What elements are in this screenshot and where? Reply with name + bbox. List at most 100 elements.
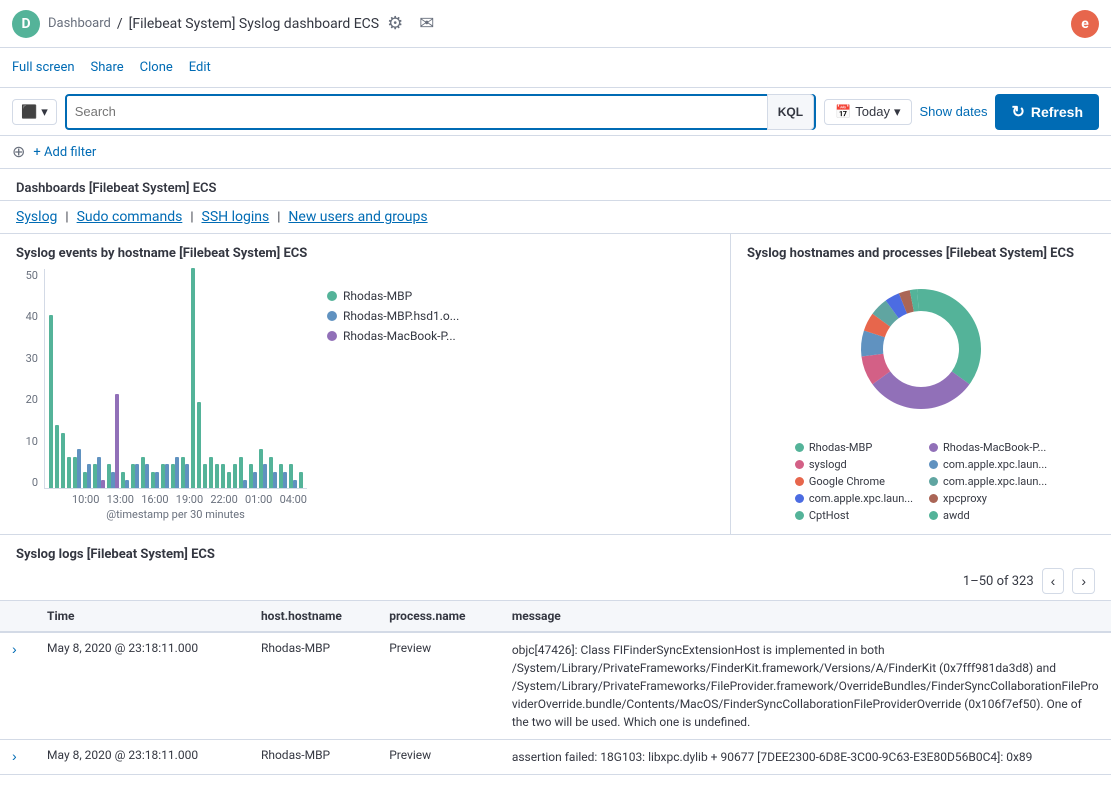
logs-table: Time host.hostname process.name message … (0, 601, 1111, 775)
bar-group (93, 457, 105, 488)
bar-green (233, 464, 237, 488)
legend-label: Rhodas-MBP.hsd1.o... (343, 309, 459, 323)
time-selector-button[interactable]: 📅 Today ▾ (824, 99, 911, 125)
kql-button[interactable]: KQL (767, 94, 814, 130)
edit-link[interactable]: Edit (189, 60, 211, 75)
row-time: May 8, 2020 @ 23:18:11.000 (35, 632, 249, 740)
row-expand-button[interactable]: › (12, 641, 17, 657)
donut-segment (921, 289, 981, 384)
nav-sep-3: | (277, 210, 280, 225)
nav-syslog[interactable]: Syslog (16, 209, 57, 225)
bar-group (121, 472, 129, 488)
donut-dot (795, 494, 804, 503)
refresh-icon: ↻ (1011, 102, 1024, 122)
donut-label: com.apple.xpc.laun... (943, 475, 1047, 488)
refresh-button[interactable]: ↻ Refresh (995, 94, 1099, 130)
legend-label: Rhodas-MBP (343, 289, 412, 303)
row-expand-button[interactable]: › (12, 748, 17, 764)
bar-green (197, 402, 201, 488)
bar-group (233, 464, 237, 488)
bar-group (83, 464, 91, 488)
fullscreen-link[interactable]: Full screen (12, 60, 75, 75)
donut-dot (795, 511, 804, 520)
actionbar: Full screen Share Clone Edit (0, 48, 1111, 88)
breadcrumb-sep: / (117, 16, 123, 32)
avatar-left: D (12, 10, 40, 38)
avatar-right: e (1071, 10, 1099, 38)
nav-ssh[interactable]: SSH logins (202, 209, 270, 225)
bar-group (203, 464, 207, 488)
pagination-prev-button[interactable]: ‹ (1042, 568, 1065, 594)
bar-purple (165, 464, 169, 488)
charts-row: Syslog events by hostname [Filebeat Syst… (0, 234, 1111, 535)
legend-item: Rhodas-MBP.hsd1.o... (327, 309, 459, 323)
calendar-icon: 📅 (835, 104, 851, 120)
filter-icon: ⬛ (21, 104, 37, 120)
clone-link[interactable]: Clone (140, 60, 173, 75)
chart-legend: Rhodas-MBP Rhodas-MBP.hsd1.o... Rhodas-Mac… (315, 269, 459, 521)
legend-dot (327, 291, 337, 301)
bar-group (289, 464, 297, 488)
donut-legend-item: Rhodas-MBP (795, 441, 913, 454)
bar-group (279, 464, 287, 488)
settings-icon[interactable]: ⚙ (387, 13, 403, 34)
pagination-bar: 1–50 of 323 ‹ › (0, 562, 1111, 601)
donut-dot (795, 477, 804, 486)
bar-purple (125, 480, 129, 488)
x-labels: 10:0013:0016:0019:0022:0001:0004:00 (44, 493, 307, 506)
donut-label: Google Chrome (809, 475, 885, 488)
donut-label: CptHost (809, 509, 849, 522)
nav-users[interactable]: New users and groups (288, 209, 427, 225)
filter-type-button[interactable]: ⬛ ▾ (12, 99, 57, 125)
donut-legends: Rhodas-MBPRhodas-MacBook-P...syslogdcom.… (795, 441, 1047, 522)
donut-dot (929, 443, 938, 452)
bar-purple (175, 457, 179, 488)
row-process: Preview (377, 632, 500, 740)
syslog-events-chart: Syslog events by hostname [Filebeat Syst… (0, 234, 731, 534)
bar-group (227, 472, 231, 488)
filter-options-button[interactable]: ⊕ (12, 142, 25, 162)
filter-chevron: ▾ (41, 104, 48, 120)
show-dates-button[interactable]: Show dates (920, 104, 988, 119)
dashboard-title: Dashboards [Filebeat System] ECS (16, 181, 216, 196)
add-filter-link[interactable]: + Add filter (33, 145, 96, 160)
bar-green (55, 425, 59, 488)
chart-caption: @timestamp per 30 minutes (44, 508, 307, 521)
donut-wrapper (841, 269, 1001, 429)
breadcrumb-current: [Filebeat System] Syslog dashboard ECS (129, 16, 379, 32)
bar-group (107, 394, 119, 488)
row-time: May 8, 2020 @ 23:18:11.000 (35, 740, 249, 775)
pagination-next-button[interactable]: › (1072, 568, 1095, 594)
donut-dot (929, 477, 938, 486)
row-message: objc[47426]: Class FIFinderSyncExtension… (500, 632, 1111, 740)
donut-dot (795, 460, 804, 469)
share-link[interactable]: Share (91, 60, 124, 75)
searchbar: ⬛ ▾ KQL 📅 Today ▾ Show dates ↻ Refresh (0, 88, 1111, 136)
breadcrumb-home[interactable]: Dashboard (48, 16, 111, 31)
syslog-hostnames-chart: Syslog hostnames and processes [Filebeat… (731, 234, 1111, 534)
donut-label: syslogd (809, 458, 847, 471)
bar-purple (243, 480, 247, 488)
bar-group (221, 464, 225, 488)
bar-green (203, 464, 207, 488)
col-header-hostname[interactable]: host.hostname (249, 601, 377, 632)
nav-sep-2: | (190, 210, 193, 225)
legend-dot (327, 331, 337, 341)
row-hostname: Rhodas-MBP (249, 740, 377, 775)
nav-sudo[interactable]: Sudo commands (77, 209, 183, 225)
col-header-message[interactable]: message (500, 601, 1111, 632)
row-hostname: Rhodas-MBP (249, 632, 377, 740)
logs-title: Syslog logs [Filebeat System] ECS (16, 547, 1095, 562)
bar-group (191, 268, 195, 488)
col-header-time[interactable]: Time (35, 601, 249, 632)
bar-green (49, 315, 53, 488)
syslog-hostnames-title: Syslog hostnames and processes [Filebeat… (747, 246, 1095, 261)
search-input[interactable] (67, 104, 767, 119)
col-header-process[interactable]: process.name (377, 601, 500, 632)
bar-purple (283, 472, 287, 488)
legend-item: Rhodas-MacBook-P... (327, 329, 459, 343)
dashboard-header: Dashboards [Filebeat System] ECS (0, 169, 1111, 201)
mail-icon[interactable]: ✉ (419, 13, 434, 34)
bar-group (181, 457, 189, 488)
time-chevron: ▾ (894, 104, 901, 120)
